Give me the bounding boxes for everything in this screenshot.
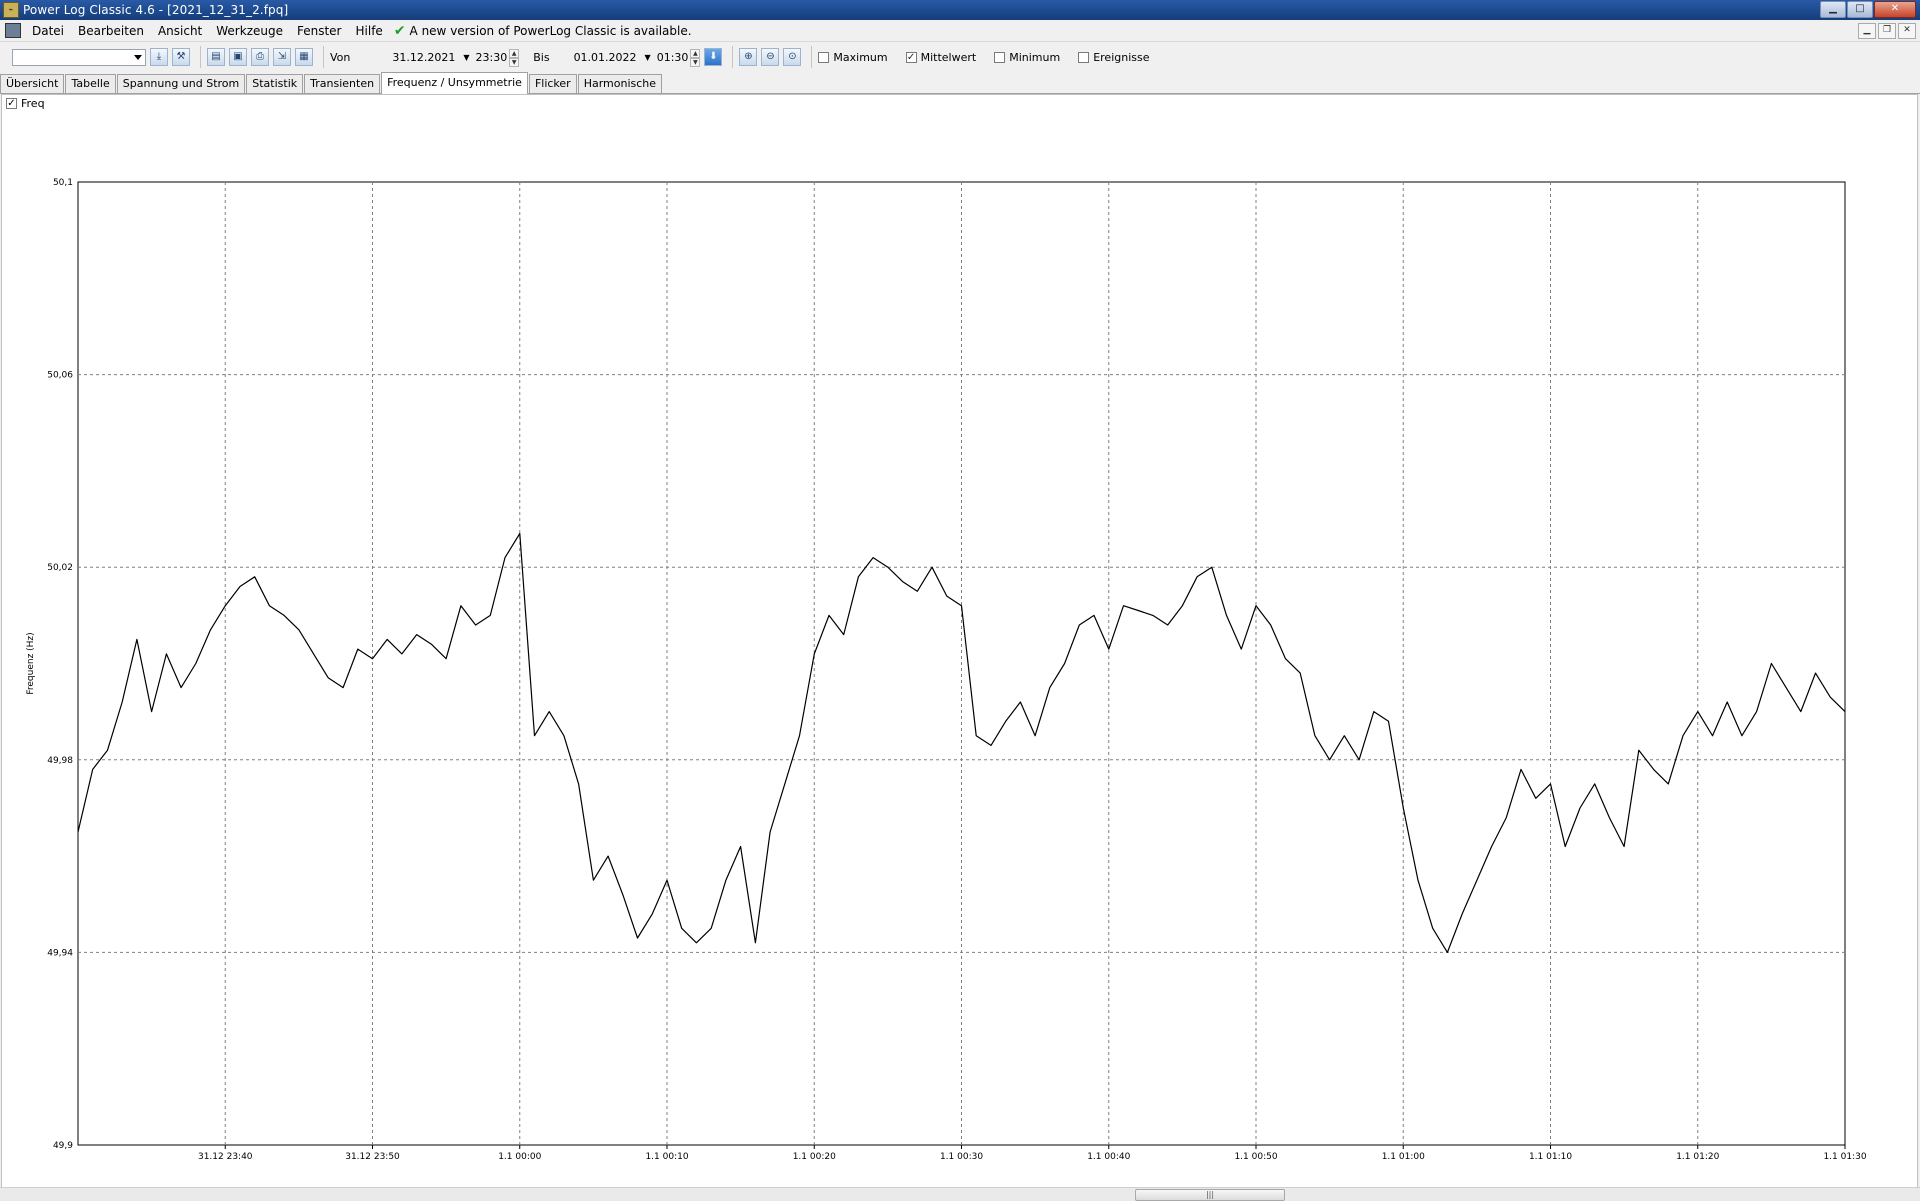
x-tick-label: 1.1 00:40	[1087, 1152, 1130, 1162]
tab-transienten[interactable]: Transienten	[304, 74, 381, 93]
ereignisse-checkbox-box[interactable]	[1078, 51, 1090, 63]
maximize-button[interactable]: □	[1847, 1, 1873, 18]
y-tick-label: 49,9	[53, 1141, 73, 1151]
tab-flicker[interactable]: Flicker	[528, 74, 577, 93]
zoom-reset-icon[interactable]: ⊙	[783, 48, 802, 66]
check-icon: ✔	[393, 22, 406, 39]
tab-spannung-und-strom[interactable]: Spannung und Strom	[116, 74, 246, 93]
x-tick-label: 1.1 01:20	[1676, 1152, 1719, 1162]
update-notice-text[interactable]: A new version of PowerLog Classic is ava…	[410, 24, 692, 38]
save-icon[interactable]: ▣	[229, 48, 247, 66]
app-icon[interactable]: ⌁	[3, 2, 19, 18]
mittelwert-checkbox[interactable]: ✓ Mittelwert	[905, 50, 977, 64]
download-icon[interactable]: ⤓	[150, 48, 168, 66]
menu-hilfe[interactable]: Hilfe	[349, 21, 390, 41]
zoom-in-icon[interactable]: ⊕	[739, 48, 758, 66]
menu-fenster[interactable]: Fenster	[290, 21, 349, 41]
device-selector[interactable]	[12, 48, 146, 66]
doc-close-button[interactable]: ✕	[1898, 23, 1916, 39]
toolbar-separator	[323, 46, 324, 68]
mittelwert-checkbox-box[interactable]: ✓	[905, 51, 917, 63]
tab-tabelle[interactable]: Tabelle	[65, 74, 116, 93]
chevron-down-icon[interactable]: ▼	[645, 53, 651, 62]
y-tick-label: 50,1	[53, 178, 73, 188]
menu-bar: Datei Bearbeiten Ansicht Werkzeuge Fenst…	[0, 20, 1920, 42]
x-tick-label: 1.1 00:10	[645, 1152, 688, 1162]
toolbar-separator	[811, 46, 813, 68]
mittelwert-label: Mittelwert	[920, 50, 977, 64]
document-window-controls: ▁ ❐ ✕	[1858, 23, 1916, 39]
to-date-value[interactable]: 01.01.2022	[574, 51, 637, 64]
x-tick-label: 1.1 01:30	[1823, 1152, 1866, 1162]
to-time-field[interactable]: 01:30 ▲ ▼	[657, 49, 701, 67]
open-file-icon[interactable]: ▤	[207, 48, 225, 66]
scrollbar-thumb[interactable]: |||	[1135, 1189, 1285, 1201]
menu-bearbeiten[interactable]: Bearbeiten	[71, 21, 151, 41]
to-time-value[interactable]: 01:30	[657, 51, 689, 64]
title-bar: ⌁ Power Log Classic 4.6 - [2021_12_31_2.…	[0, 0, 1920, 20]
tab-uebersicht[interactable]: Übersicht	[0, 74, 65, 93]
close-button[interactable]: ✕	[1874, 1, 1916, 18]
y-tick-label: 50,02	[47, 563, 73, 573]
tab-statistik[interactable]: Statistik	[246, 74, 304, 93]
from-time-field[interactable]: 23:30 ▲ ▼	[476, 49, 520, 67]
y-tick-label: 49,94	[47, 948, 73, 958]
chevron-down-icon	[134, 54, 142, 60]
x-tick-label: 1.1 00:00	[498, 1152, 541, 1162]
window-title: Power Log Classic 4.6 - [2021_12_31_2.fp…	[23, 3, 289, 17]
y-tick-label: 49,98	[47, 756, 73, 766]
apply-range-icon[interactable]: ⬇	[704, 48, 723, 66]
doc-restore-button[interactable]: ❐	[1878, 23, 1896, 39]
y-tick-label: 50,06	[47, 371, 73, 381]
document-icon[interactable]	[5, 23, 21, 38]
minimum-label: Minimum	[1009, 50, 1061, 64]
menu-werkzeuge[interactable]: Werkzeuge	[209, 21, 290, 41]
minimum-checkbox[interactable]: Minimum	[994, 51, 1060, 64]
export-icon[interactable]: ⇲	[273, 48, 291, 66]
menu-datei[interactable]: Datei	[25, 21, 71, 41]
minimize-button[interactable]: ▁	[1820, 1, 1846, 18]
from-label: Von	[330, 50, 351, 64]
toolbar-separator	[732, 46, 734, 68]
from-time-spinner[interactable]: ▲ ▼	[509, 49, 520, 67]
x-tick-label: 31.12 23:50	[345, 1152, 400, 1162]
to-label: Bis	[533, 50, 550, 64]
tab-frequenz-unsymmetrie[interactable]: Frequenz / Unsymmetrie	[381, 72, 528, 94]
from-date-value[interactable]: 31.12.2021	[392, 51, 455, 64]
to-time-spinner[interactable]: ▲ ▼	[690, 49, 701, 67]
doc-minimize-button[interactable]: ▁	[1858, 23, 1876, 39]
ereignisse-label: Ereignisse	[1093, 50, 1150, 64]
chevron-down-icon[interactable]: ▼	[463, 53, 469, 62]
maximum-label: Maximum	[833, 50, 888, 64]
x-tick-label: 1.1 00:30	[940, 1152, 983, 1162]
minimum-checkbox-box[interactable]	[994, 51, 1006, 63]
ereignisse-checkbox[interactable]: Ereignisse	[1078, 50, 1150, 64]
update-notice[interactable]: ✔ A new version of PowerLog Classic is a…	[394, 23, 692, 39]
x-tick-label: 1.1 01:10	[1529, 1152, 1572, 1162]
maximum-checkbox-box[interactable]	[818, 51, 830, 63]
tab-harmonische[interactable]: Harmonische	[577, 74, 663, 93]
chart-panel: ✓ Freq 49,9 49,94 49,98 50,02 50,06 50,1 31.12…	[1, 94, 1918, 1188]
toolbar: ⤓ ⚒ ▤ ▣ ⎙ ⇲ ▦ Von 31.12.2021 ▼ 23:30 ▲ ▼ …	[0, 42, 1920, 72]
from-time-value[interactable]: 23:30	[476, 51, 508, 64]
horizontal-scrollbar[interactable]: |||	[0, 1187, 1920, 1201]
from-date-picker[interactable]: 31.12.2021 ▼	[392, 49, 469, 66]
x-tick-label: 1.1 01:00	[1382, 1152, 1425, 1162]
to-date-picker[interactable]: 01.01.2022 ▼	[574, 49, 651, 66]
tab-strip: Übersicht Tabelle Spannung und Strom Sta…	[0, 72, 1920, 94]
maximum-checkbox[interactable]: Maximum	[818, 50, 888, 64]
frequency-chart[interactable]: 49,9 49,94 49,98 50,02 50,06 50,1 31.12 23:40 3…	[2, 95, 1917, 1187]
x-tick-label: 1.1 00:50	[1234, 1152, 1277, 1162]
x-tick-label: 31.12 23:40	[198, 1152, 253, 1162]
menu-ansicht[interactable]: Ansicht	[151, 21, 209, 41]
y-axis-label: Frequenz (Hz)	[26, 632, 36, 694]
report-icon[interactable]: ▦	[295, 48, 313, 66]
x-tick-label: 1.1 00:20	[793, 1152, 836, 1162]
toolbar-separator	[200, 46, 201, 68]
window-controls: ▁ □ ✕	[1820, 1, 1916, 18]
tools-icon[interactable]: ⚒	[172, 48, 190, 66]
print-icon[interactable]: ⎙	[251, 48, 269, 66]
zoom-out-icon[interactable]: ⊖	[761, 48, 780, 66]
